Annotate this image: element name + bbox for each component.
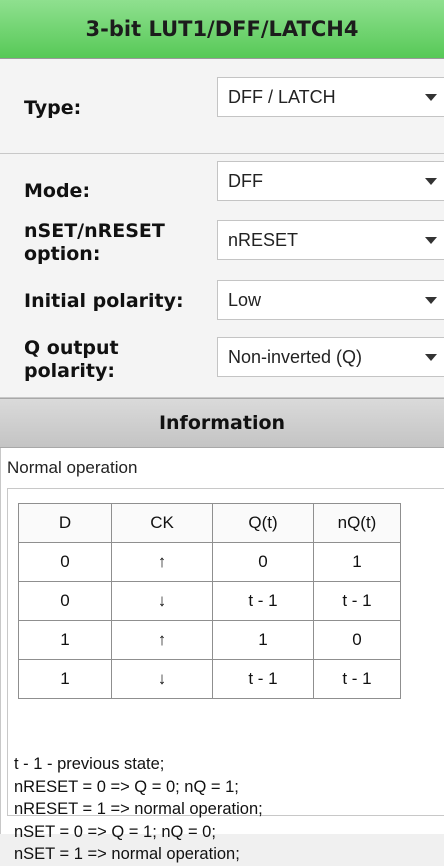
truth-table: D CK Q(t) nQ(t) 0 ↑ 0 1 0 ↓ t - 1 t - 1 … — [18, 503, 401, 699]
nset-nreset-select[interactable]: nRESET — [217, 220, 444, 260]
note-line: t - 1 - previous state; — [14, 755, 165, 773]
panel-title-text: 3-bit LUT1/DFF/LATCH4 — [85, 17, 359, 41]
table-cell: ↑ — [111, 620, 213, 660]
q-output-label-line2: polarity: — [24, 360, 115, 382]
table-cell: ↓ — [111, 581, 213, 621]
note-line: nRESET = 0 => Q = 0; nQ = 1; — [14, 777, 239, 796]
q-output-label-line1: Q output — [24, 337, 119, 359]
table-cell: t - 1 — [212, 659, 314, 699]
q-output-label: Q output polarity: — [24, 337, 119, 383]
type-select[interactable]: DFF / LATCH — [217, 77, 444, 117]
chevron-down-icon — [425, 178, 437, 185]
table-cell: 1 — [313, 542, 401, 582]
note-line: nSET = 0 => Q = 1; nQ = 0; — [14, 822, 216, 841]
table-cell: 1 — [18, 659, 112, 699]
table-cell: 0 — [18, 581, 112, 621]
table-cell: 0 — [18, 542, 112, 582]
chevron-down-icon — [425, 354, 437, 361]
information-panel: Normal operation D CK Q(t) nQ(t) 0 ↑ 0 1… — [0, 448, 444, 863]
q-output-select[interactable]: Non-inverted (Q) — [217, 337, 444, 377]
table-cell: 1 — [18, 620, 112, 660]
type-select-value: DFF / LATCH — [228, 86, 336, 107]
information-title: Information — [158, 412, 286, 434]
chevron-down-icon — [425, 297, 437, 304]
notes: t - 1 - previous state; nRESET = 0 => Q … — [14, 753, 263, 866]
type-section: Type: DFF / LATCH — [0, 59, 444, 154]
table-row: 1 ↓ t - 1 t - 1 — [18, 659, 401, 699]
mode-select[interactable]: DFF — [217, 161, 444, 201]
nset-nreset-label: nSET/nRESET option: — [24, 220, 165, 266]
table-cell: 0 — [212, 542, 314, 582]
q-output-select-value: Non-inverted (Q) — [228, 346, 363, 367]
truth-table-frame: D CK Q(t) nQ(t) 0 ↑ 0 1 0 ↓ t - 1 t - 1 … — [7, 488, 444, 863]
table-row: 0 ↑ 0 1 — [18, 542, 401, 582]
options-section: Mode: DFF nSET/nRESET option: nRESET Ini… — [0, 154, 444, 398]
table-cell: ↓ — [111, 659, 213, 699]
nset-nreset-select-value: nRESET — [228, 229, 299, 250]
table-cell: 1 — [212, 620, 314, 660]
panel-title: 3-bit LUT1/DFF/LATCH4 — [0, 0, 444, 59]
table-row: 1 ↑ 1 0 — [18, 620, 401, 660]
truth-table-header: CK — [111, 503, 213, 543]
initial-polarity-select[interactable]: Low — [217, 280, 444, 320]
initial-polarity-select-value: Low — [228, 289, 262, 310]
table-cell: t - 1 — [212, 581, 314, 621]
truth-table-header: Q(t) — [212, 503, 314, 543]
type-label: Type: — [24, 97, 82, 119]
mode-label: Mode: — [24, 180, 91, 202]
information-header: Information — [0, 398, 444, 448]
nset-nreset-label-line2: option: — [24, 243, 101, 265]
table-row: 0 ↓ t - 1 t - 1 — [18, 581, 401, 621]
table-cell: 0 — [313, 620, 401, 660]
truth-table-header: nQ(t) — [313, 503, 401, 543]
table-cell: ↑ — [111, 542, 213, 582]
truth-table-header: D — [18, 503, 112, 543]
mode-select-value: DFF — [228, 170, 263, 191]
truth-table-header-row: D CK Q(t) nQ(t) — [18, 503, 401, 543]
initial-polarity-label: Initial polarity: — [24, 290, 184, 312]
normal-operation-label: Normal operation — [7, 458, 138, 477]
table-cell: t - 1 — [313, 659, 401, 699]
note-line: nSET = 1 => normal operation; — [14, 845, 240, 863]
table-cell: t - 1 — [313, 581, 401, 621]
chevron-down-icon — [425, 237, 437, 244]
nset-nreset-label-line1: nSET/nRESET — [24, 220, 165, 242]
note-line: nRESET = 1 => normal operation; — [14, 800, 263, 818]
chevron-down-icon — [425, 94, 437, 101]
